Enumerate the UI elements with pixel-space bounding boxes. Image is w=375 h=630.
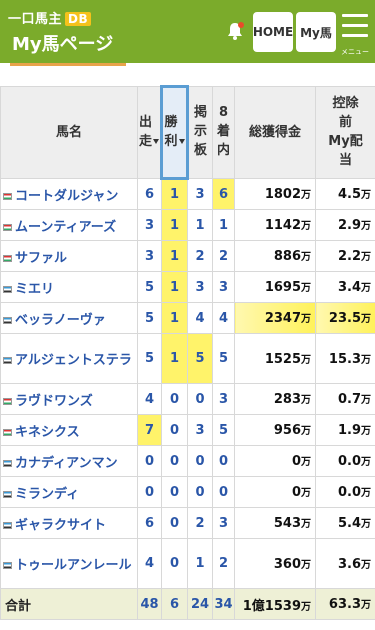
horse-name-link[interactable]: アルジェントステラ [0,333,138,384]
col-header-distribution[interactable]: 控除前 My配当 [315,86,375,179]
silks-icon [3,192,12,200]
horse-name-link[interactable]: ミエリ [0,271,138,303]
col-header-starts[interactable]: 出走 [137,86,162,179]
table-row[interactable]: アルジェントステラ 5 1 5 5 1525万 15.3万 [0,333,375,384]
home-button[interactable]: HOME [253,12,293,52]
horse-name-link[interactable]: ミランディ [0,476,138,508]
col-header-name[interactable]: 馬名 [0,86,138,179]
menu-button[interactable]: メニュー [339,10,371,56]
table-row[interactable]: ラヴドワンズ 4 0 0 3 283万 0.7万 [0,383,375,415]
silks-icon [3,254,12,262]
table-row[interactable]: カナディアンマン 0 0 0 0 0万 0.0万 [0,445,375,477]
app-header: 一口馬主 DB My馬ページ HOME My馬 メニュー [0,0,375,63]
silks-icon [3,285,12,293]
horse-name-link[interactable]: キネシクス [0,414,138,446]
horse-name-link[interactable]: カナディアンマン [0,445,138,477]
hamburger-icon [342,14,368,17]
col-header-top8[interactable]: 8着内 [212,86,235,179]
page-title: My馬ページ [12,34,114,55]
horse-name-link[interactable]: ギャラクサイト [0,507,138,539]
col-header-earnings[interactable]: 総獲得金 [234,86,316,179]
silks-icon [3,521,12,529]
horse-name-link[interactable]: サファル [0,240,138,272]
logo-text: 一口馬主 [8,12,63,27]
sort-arrow-icon [178,138,185,144]
table-row[interactable]: ミランディ 0 0 0 0 0万 0.0万 [0,476,375,508]
silks-icon [3,428,12,436]
table-row[interactable]: キネシクス 7 0 3 5 956万 1.9万 [0,414,375,446]
silks-icon [3,459,12,467]
col-header-board[interactable]: 掲示板 [187,86,213,179]
menu-label: メニュー [341,48,369,56]
horse-name-link[interactable]: ムーンティアーズ [0,209,138,241]
horse-name-link[interactable]: トゥールアンレール [0,538,138,589]
total-row: 合計 48 6 24 34 1億1539万 63.3万 [0,588,375,620]
silks-icon [3,316,12,324]
silks-icon [3,562,12,569]
bell-icon[interactable] [224,20,246,42]
silks-icon [3,357,12,364]
tab-indicator [10,63,126,66]
logo-badge: DB [65,12,92,26]
sort-arrow-icon [153,138,159,144]
site-logo[interactable]: 一口馬主 DB [8,8,92,27]
silks-icon [3,223,12,231]
table-row[interactable]: ギャラクサイト 6 0 2 3 543万 5.4万 [0,507,375,539]
horse-name-link[interactable]: コートダルジャン [0,178,138,210]
table-row[interactable]: トゥールアンレール 4 0 1 2 360万 3.6万 [0,538,375,589]
horse-name-link[interactable]: ラヴドワンズ [0,383,138,415]
table-body: コートダルジャン 6 1 3 6 1802万 4.5万 ムーンティアーズ 3 1… [0,178,375,620]
total-label: 合計 [0,588,138,620]
table-row[interactable]: ミエリ 5 1 3 3 1695万 3.4万 [0,271,375,303]
silks-icon [3,490,12,498]
col-header-wins[interactable]: 勝利 [160,85,189,180]
horse-name-link[interactable]: ベッラノーヴァ [0,302,138,334]
table-row[interactable]: ムーンティアーズ 3 1 1 1 1142万 2.9万 [0,209,375,241]
horse-stats-table: 馬名 出走 勝利 掲示板 8着内 総獲得金 控除前 My配当 コートダルジャン 6… [0,85,375,620]
table-row[interactable]: ベッラノーヴァ 5 1 4 4 2347万 23.5万 [0,302,375,334]
table-row[interactable]: サファル 3 1 2 2 886万 2.2万 [0,240,375,272]
table-row[interactable]: コートダルジャン 6 1 3 6 1802万 4.5万 [0,178,375,210]
silks-icon [3,397,12,405]
my-horse-button[interactable]: My馬 [296,12,336,52]
